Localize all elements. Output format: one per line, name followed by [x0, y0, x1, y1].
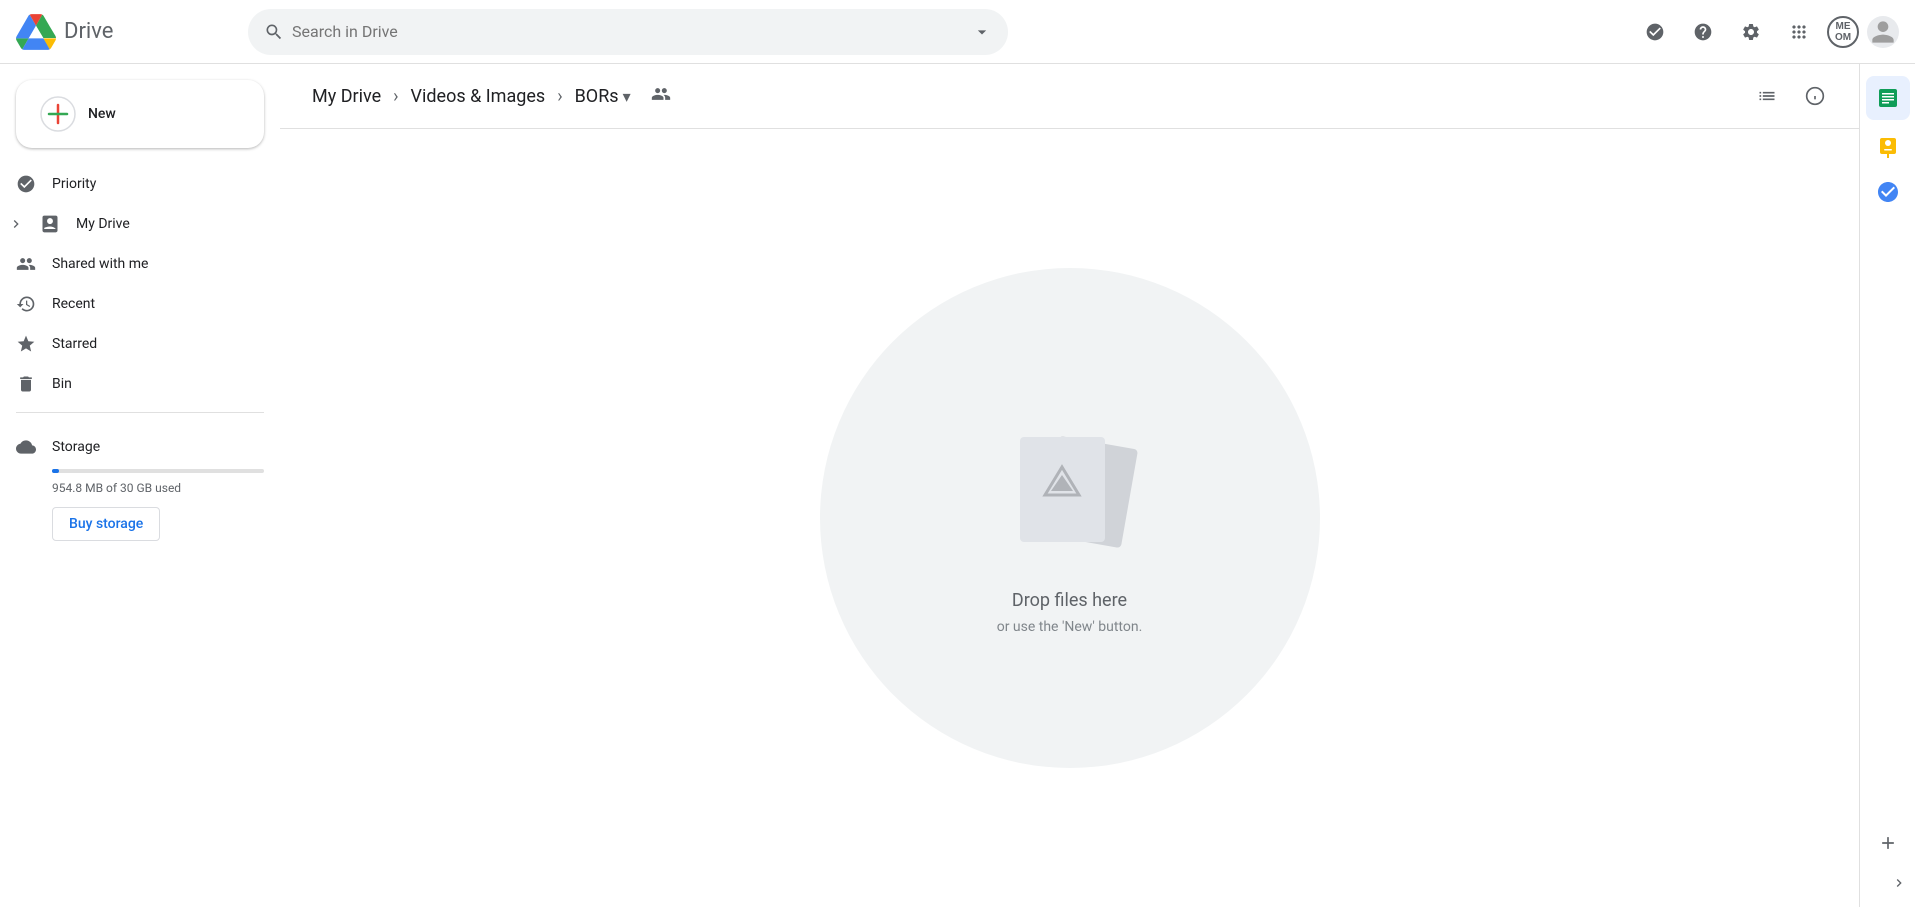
main-container: New Priority My Drive Shared with me: [0, 64, 1915, 907]
priority-label: Priority: [52, 176, 96, 192]
starred-icon: [16, 334, 36, 354]
right-panel: [1859, 64, 1915, 907]
breadcrumb-separator-1: ›: [393, 86, 398, 107]
bin-icon: [16, 374, 36, 394]
storage-bar: [52, 469, 59, 473]
breadcrumb-videos-images[interactable]: Videos & Images: [403, 82, 554, 111]
my-drive-expand-arrow[interactable]: [8, 216, 24, 232]
drop-files-icon: [990, 402, 1150, 566]
my-drive-label: My Drive: [76, 216, 130, 232]
storage-label-row: Storage: [16, 429, 264, 465]
apps-button[interactable]: [1779, 12, 1819, 52]
drop-title: Drop files here: [1012, 590, 1127, 611]
add-icon: [1878, 833, 1898, 853]
settings-icon: [1741, 22, 1761, 42]
completed-tasks-button[interactable]: [1635, 12, 1675, 52]
recent-label: Recent: [52, 296, 95, 312]
share-folder-icon[interactable]: [651, 84, 671, 108]
bin-label: Bin: [52, 376, 72, 392]
starred-label: Starred: [52, 336, 97, 352]
breadcrumb-right-actions: [1747, 76, 1835, 116]
storage-text: Storage: [52, 439, 100, 455]
search-bar[interactable]: [248, 9, 1008, 55]
tasks-icon: [1876, 180, 1900, 204]
storage-section: Storage 954.8 MB of 30 GB used Buy stora…: [0, 421, 280, 549]
empty-folder-illustration: [990, 402, 1150, 562]
account-memo-button[interactable]: MEOM: [1827, 16, 1859, 48]
new-button[interactable]: New: [16, 80, 264, 148]
breadcrumb-bors[interactable]: BORs ▾: [567, 82, 639, 111]
app-title: Drive: [64, 19, 113, 44]
keep-panel-button[interactable]: [1868, 128, 1908, 168]
shared-with-me-icon: [16, 254, 36, 274]
breadcrumb-my-drive[interactable]: My Drive: [304, 82, 389, 111]
logo-area: Drive: [16, 12, 236, 52]
topbar: Drive MEOM: [0, 0, 1915, 64]
add-panel-button[interactable]: [1868, 823, 1908, 863]
sidebar-item-shared[interactable]: Shared with me: [0, 244, 264, 284]
breadcrumb-current-label: BORs: [575, 86, 619, 107]
apps-icon: [1789, 22, 1809, 42]
sidebar-item-priority[interactable]: Priority: [0, 164, 264, 204]
list-view-icon: [1757, 86, 1777, 106]
search-icon: [264, 22, 284, 42]
breadcrumb-bar: My Drive › Videos & Images › BORs ▾: [280, 64, 1859, 129]
sidebar-item-bin[interactable]: Bin: [0, 364, 264, 404]
completed-tasks-icon: [1645, 22, 1665, 42]
sidebar: New Priority My Drive Shared with me: [0, 64, 280, 907]
info-button[interactable]: [1795, 76, 1835, 116]
avatar-button[interactable]: [1867, 16, 1899, 48]
sidebar-item-recent[interactable]: Recent: [0, 284, 264, 324]
drop-zone: Drop files here or use the 'New' button.: [280, 129, 1859, 907]
info-icon: [1805, 86, 1825, 106]
tasks-panel-button[interactable]: [1868, 172, 1908, 212]
sheets-icon: [1876, 86, 1900, 110]
keep-icon: [1876, 136, 1900, 160]
sidebar-divider: [16, 412, 264, 413]
help-button[interactable]: [1683, 12, 1723, 52]
new-button-label: New: [88, 106, 116, 122]
settings-button[interactable]: [1731, 12, 1771, 52]
list-view-button[interactable]: [1747, 76, 1787, 116]
search-input[interactable]: [292, 22, 964, 41]
topbar-right-actions: MEOM: [1635, 12, 1899, 52]
sheets-panel-button[interactable]: [1866, 76, 1910, 120]
storage-icon: [16, 437, 36, 457]
drop-subtitle: or use the 'New' button.: [997, 619, 1143, 635]
content-area: My Drive › Videos & Images › BORs ▾: [280, 64, 1859, 907]
buy-storage-button[interactable]: Buy storage: [52, 507, 160, 541]
recent-icon: [16, 294, 36, 314]
drop-circle: Drop files here or use the 'New' button.: [820, 268, 1320, 768]
right-panel-expand-button[interactable]: [1860, 867, 1915, 899]
breadcrumb-dropdown-icon[interactable]: ▾: [623, 87, 631, 106]
new-plus-icon: [40, 96, 76, 132]
help-icon: [1693, 22, 1713, 42]
sidebar-item-my-drive[interactable]: My Drive: [0, 204, 264, 244]
breadcrumb-separator-2: ›: [557, 86, 562, 107]
avatar-icon: [1867, 16, 1899, 48]
search-dropdown-icon[interactable]: [972, 22, 992, 42]
my-drive-icon: [40, 214, 60, 234]
drive-logo-icon: [16, 12, 56, 52]
shared-with-me-label: Shared with me: [52, 256, 148, 272]
storage-bar-container: [52, 469, 264, 473]
storage-used-text: 954.8 MB of 30 GB used: [52, 481, 264, 495]
priority-icon: [16, 174, 36, 194]
sidebar-item-starred[interactable]: Starred: [0, 324, 264, 364]
